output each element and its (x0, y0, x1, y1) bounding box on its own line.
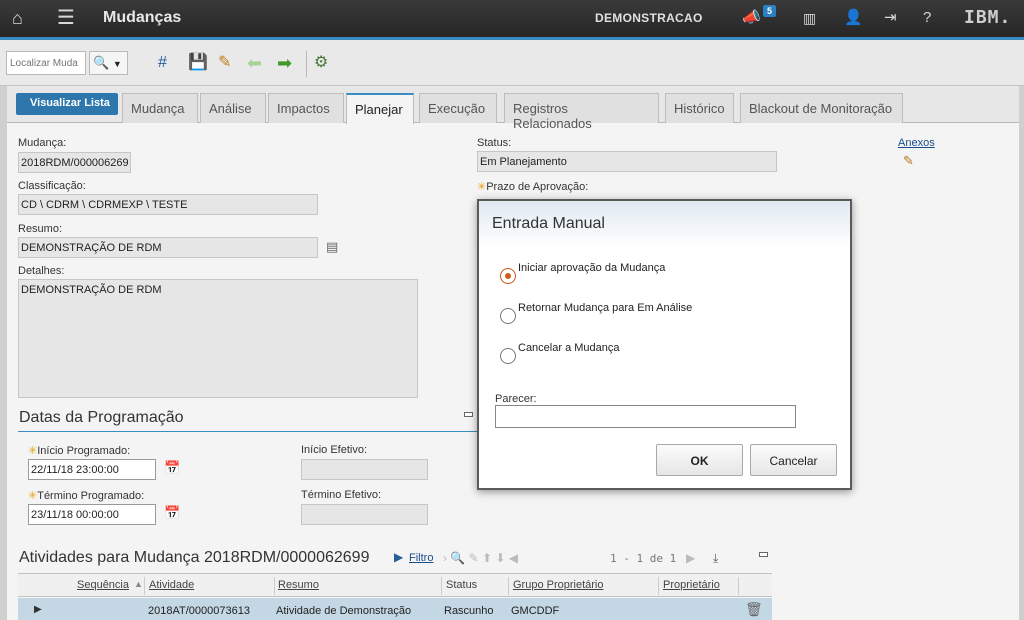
top-bar: ⌂ ☰ Mudanças DEMONSTRACAO 📣 5 ▥ 👤 ⇥ ? IB… (0, 0, 1024, 40)
scheduled-start-label: ✳Início Programado: (28, 445, 131, 457)
long-description-icon[interactable]: ▤ (326, 239, 338, 255)
workflow-icon[interactable]: ⚙ (314, 53, 328, 73)
column-summary[interactable]: Resumo (278, 579, 319, 591)
option-start-approval-label[interactable]: Iniciar aprovação da Mudança (518, 262, 665, 274)
save-icon[interactable]: 💾 (188, 53, 208, 73)
next-record-icon[interactable]: ➡ (277, 53, 292, 73)
help-icon[interactable]: ? (923, 8, 931, 28)
option-cancel-change-radio[interactable] (500, 348, 516, 364)
approval-deadline-label: ✳Prazo de Aprovação: (477, 181, 589, 193)
tab-analise[interactable]: Análise (200, 93, 266, 123)
summary-cell: Atividade de Demonstração (276, 605, 412, 617)
schedule-section-title: Datas da Programação (19, 409, 184, 426)
filter-icon[interactable]: ▶ (394, 550, 403, 564)
profile-icon[interactable]: 👤 (844, 8, 863, 28)
option-start-approval-radio[interactable] (500, 268, 516, 284)
option-cancel-change-label[interactable]: Cancelar a Mudança (518, 342, 620, 354)
pagination-text: 1 - 1 de 1 (610, 552, 677, 565)
column-owner[interactable]: Proprietário (663, 579, 720, 591)
tab-mudanca[interactable]: Mudança (122, 93, 198, 123)
calendar-icon[interactable]: 📅 (164, 505, 180, 521)
search-input[interactable] (6, 51, 86, 75)
sort-icon[interactable]: ▲ (134, 579, 143, 589)
reports-icon[interactable]: ▥ (803, 8, 816, 28)
scheduled-end-field[interactable]: 23/11/18 00:00:00 (28, 504, 156, 525)
bulletin-icon[interactable]: 📣 (742, 8, 761, 28)
status-label: Status: (477, 137, 512, 149)
search-icon: 🔍 (93, 55, 110, 70)
chevron-down-icon: ▼ (112, 59, 122, 69)
tab-historico[interactable]: Histórico (665, 93, 734, 123)
tab-blackout-monitoracao[interactable]: Blackout de Monitoração (740, 93, 903, 123)
activities-table-header: Sequência ▲ Atividade Resumo Status Grup… (18, 573, 772, 597)
app-title: Mudanças (103, 9, 182, 26)
change-label: Mudança: (18, 137, 67, 149)
organization-label: DEMONSTRACAO (595, 11, 703, 25)
table-tools-icons: › 🔍 ✎ ⬆ ⬇ ◀ (443, 551, 518, 565)
download-icon[interactable]: ⤓ (713, 551, 718, 566)
tab-bar: Visualizar Lista Mudança Análise Impacto… (7, 86, 1019, 131)
owner-group-cell: GMCDDF (511, 605, 560, 617)
column-activity[interactable]: Atividade (149, 579, 194, 591)
dialog-title: Entrada Manual (492, 215, 605, 232)
calendar-icon[interactable]: 📅 (164, 460, 180, 476)
delete-row-icon[interactable]: 🗑 (745, 601, 763, 618)
summary-label: Resumo: (18, 223, 63, 235)
opinion-input[interactable] (495, 405, 796, 428)
tab-registros-relacionados[interactable]: Registros Relacionados (504, 93, 659, 131)
tab-execucao[interactable]: Execução (419, 93, 497, 123)
ibm-logo: IBM. (964, 7, 1012, 28)
status-cell: Rascunho (444, 605, 494, 617)
option-return-analysis-label[interactable]: Retornar Mudança para Em Análise (518, 302, 692, 314)
attachments-link[interactable]: Anexos (898, 137, 935, 149)
actual-start-field[interactable] (301, 459, 428, 480)
sign-out-icon[interactable]: ⇥ (884, 8, 897, 28)
cancel-button[interactable]: Cancelar (750, 444, 837, 476)
search-button[interactable]: 🔍 ▼ (89, 51, 128, 75)
actual-start-label: Início Efetivo: (301, 444, 368, 456)
details-label: Detalhes: (18, 265, 65, 277)
activity-cell[interactable]: 2018AT/0000073613 (148, 605, 250, 617)
menu-icon[interactable]: ☰ (57, 8, 75, 28)
toolbar-divider (306, 51, 307, 77)
column-owner-group[interactable]: Grupo Proprietário (513, 579, 604, 591)
new-record-icon[interactable]: # (158, 53, 167, 73)
manual-input-dialog: Entrada Manual Iniciar aprovação da Muda… (477, 199, 852, 490)
tab-impactos[interactable]: Impactos (268, 93, 344, 123)
ok-button[interactable]: OK (656, 444, 743, 476)
column-status[interactable]: Status (446, 579, 477, 591)
table-row[interactable]: ▶ 2018AT/0000073613 Atividade de Demonst… (18, 598, 772, 620)
notification-badge: 5 (763, 5, 777, 17)
dialog-header: Entrada Manual (479, 201, 850, 247)
actual-end-label: Término Efetivo: (301, 489, 382, 501)
collapse-activities-icon[interactable] (759, 552, 768, 557)
actual-end-field[interactable] (301, 504, 428, 525)
section-divider (18, 431, 478, 432)
scheduled-end-label: ✳Término Programado: (28, 490, 145, 502)
attachments-icon[interactable]: ✎ (903, 153, 914, 169)
previous-record-icon[interactable]: ⬅ (247, 53, 262, 73)
collapse-schedule-icon[interactable] (464, 412, 473, 417)
scheduled-start-field[interactable]: 22/11/18 23:00:00 (28, 459, 156, 480)
tab-planejar[interactable]: Planejar (346, 93, 414, 124)
change-field[interactable]: 2018RDM/000006269 (18, 152, 131, 173)
back-to-list-button[interactable]: Visualizar Lista (16, 93, 118, 115)
option-return-analysis-radio[interactable] (500, 308, 516, 324)
clear-changes-icon[interactable]: ✎ (218, 53, 231, 73)
activities-section-title: Atividades para Mudança 2018RDM/00000626… (19, 549, 370, 566)
expand-row-icon[interactable]: ▶ (34, 604, 42, 615)
classification-label: Classificação: (18, 180, 86, 192)
next-page-icon[interactable]: ▶ (686, 551, 695, 565)
summary-field[interactable]: DEMONSTRAÇÃO DE RDM (18, 237, 318, 258)
column-sequence[interactable]: Sequência (77, 579, 129, 591)
classification-field[interactable]: CD \ CDRM \ CDRMEXP \ TESTE (18, 194, 318, 215)
home-icon[interactable]: ⌂ (12, 8, 23, 28)
toolbar: 🔍 ▼ # 💾 ✎ ⬅ ➡ ⚙ (0, 40, 1024, 86)
status-field[interactable]: Em Planejamento (477, 151, 777, 172)
filter-link[interactable]: Filtro (409, 552, 433, 564)
details-field[interactable]: DEMONSTRAÇÃO DE RDM (18, 279, 418, 398)
opinion-label: Parecer: (495, 393, 537, 405)
